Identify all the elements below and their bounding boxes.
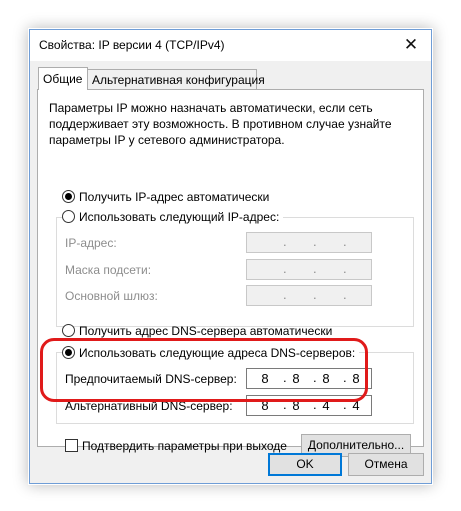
ok-button[interactable]: OK: [268, 453, 342, 476]
octet-separator: .: [283, 261, 287, 276]
description-text: Параметры IP можно назначать автоматичес…: [49, 101, 392, 147]
octet-separator: .: [313, 234, 317, 249]
radio-obtain-dns-auto[interactable]: Получить адрес DNS-сервера автоматически: [62, 324, 332, 338]
close-icon[interactable]: ✕: [391, 30, 431, 61]
radio-obtain-ip-auto-label: Получить IP-адрес автоматически: [79, 190, 270, 204]
tab-general-label: Общие: [43, 72, 83, 86]
radio-unchecked-icon: [62, 210, 75, 223]
radio-checked-icon: [62, 190, 75, 203]
tab-alternate-configuration[interactable]: Альтернативная конфигурация: [87, 69, 265, 89]
subnet-mask-input[interactable]: . . .: [246, 259, 372, 280]
title-bar[interactable]: Свойства: IP версии 4 (TCP/IPv4) ✕: [30, 30, 431, 61]
subnet-mask-label: Маска подсети:: [65, 263, 152, 277]
ipv4-properties-dialog: Свойства: IP версии 4 (TCP/IPv4) ✕ Общие…: [29, 29, 432, 484]
octet-separator: .: [313, 287, 317, 302]
validate-on-exit-checkbox[interactable]: Подтвердить параметры при выходе: [65, 439, 287, 453]
checkbox-unchecked-icon: [65, 439, 78, 452]
default-gateway-input[interactable]: . . .: [246, 285, 372, 306]
ip-address-label: IP-адрес:: [65, 236, 117, 250]
validate-on-exit-label: Подтвердить параметры при выходе: [82, 439, 287, 453]
highlight-annotation: [40, 338, 368, 402]
radio-use-following-ip[interactable]: Использовать следующий IP-адрес:: [62, 210, 284, 224]
octet-separator: .: [343, 261, 347, 276]
radio-obtain-ip-auto[interactable]: Получить IP-адрес автоматически: [62, 190, 269, 204]
cancel-button[interactable]: Отмена: [348, 453, 424, 476]
octet-separator: .: [343, 234, 347, 249]
default-gateway-label: Основной шлюз:: [65, 289, 158, 303]
octet-separator: .: [283, 287, 287, 302]
octet-separator: .: [283, 234, 287, 249]
radio-use-following-ip-label: Использовать следующий IP-адрес:: [79, 210, 280, 224]
radio-obtain-dns-auto-label: Получить адрес DNS-сервера автоматически: [79, 324, 333, 338]
radio-unchecked-icon: [62, 324, 75, 337]
octet-separator: .: [313, 261, 317, 276]
window-title: Свойства: IP версии 4 (TCP/IPv4): [39, 38, 225, 52]
ip-address-input[interactable]: . . .: [246, 232, 372, 253]
tab-general[interactable]: Общие: [38, 67, 88, 90]
tab-alternate-configuration-label: Альтернативная конфигурация: [92, 73, 265, 87]
octet-separator: .: [343, 287, 347, 302]
